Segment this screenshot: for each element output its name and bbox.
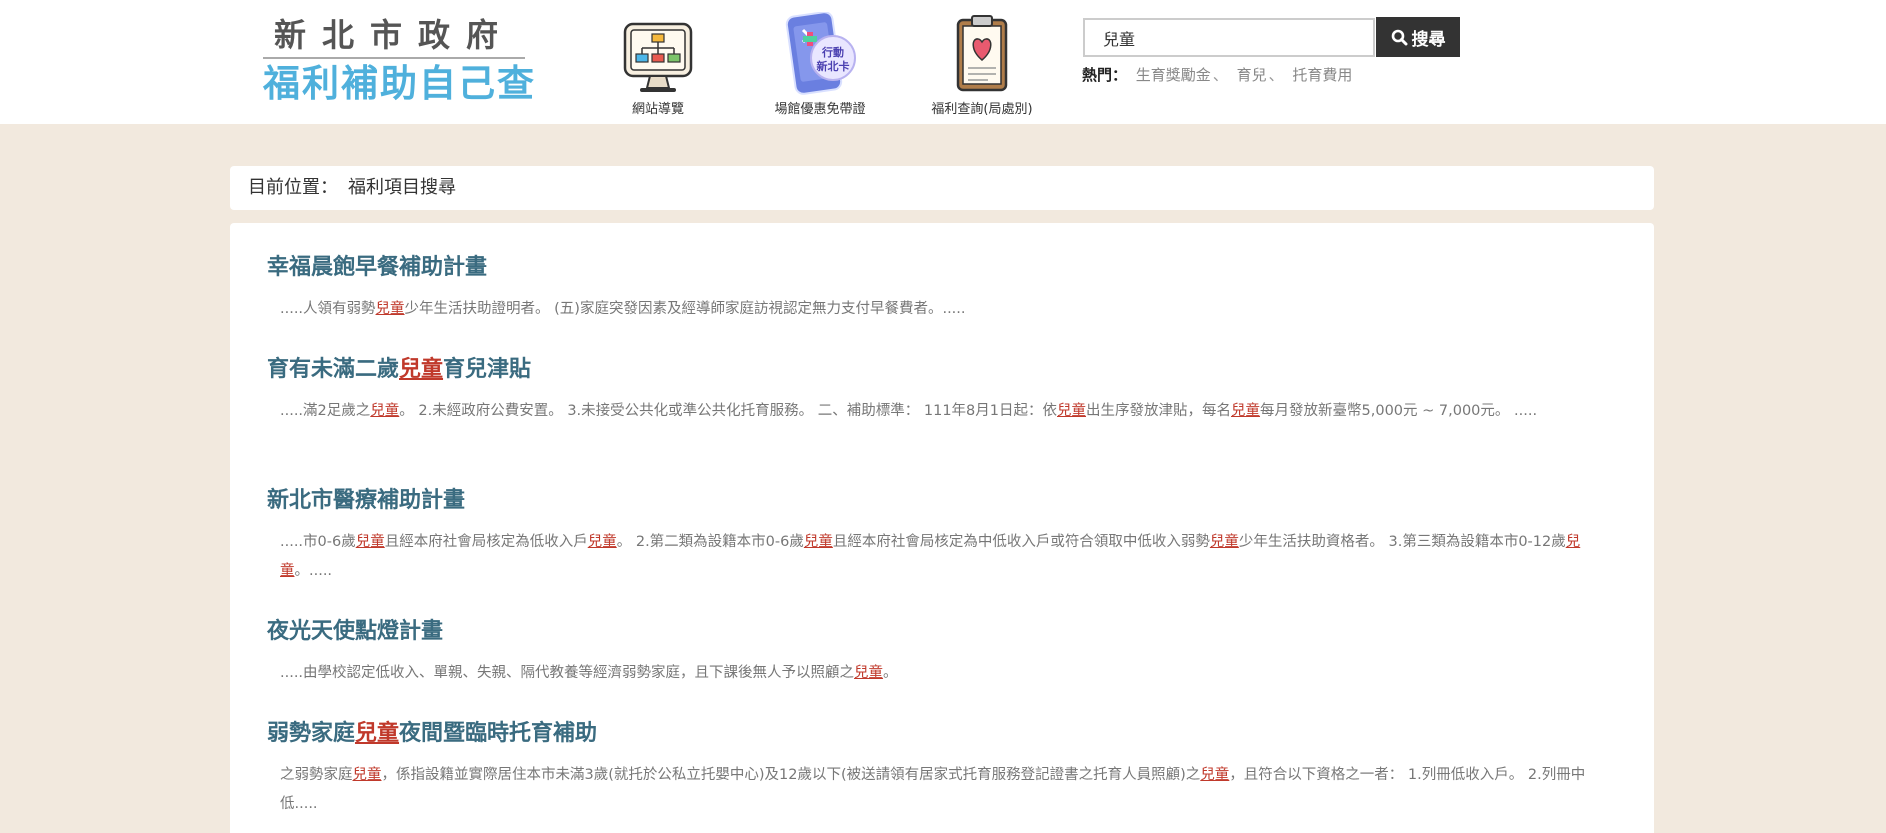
text-segment: 少年生活扶助資格者。 3.第三類為設籍本市0-12歲: [1238, 534, 1566, 550]
text-segment: .....市0-6歲: [280, 534, 356, 550]
text-segment: .....滿2足歲之: [280, 403, 371, 419]
sitemap-monitor-icon: [623, 22, 693, 92]
text-segment: 弱勢家庭: [267, 721, 356, 746]
text-segment: 每月發放新臺幣5,000元 ~ 7,000元。 .....: [1260, 403, 1538, 419]
result-snippet: .....滿2足歲之兒童。 2.未經政府公費安置。 3.未接受公共化或準公共化托…: [267, 397, 1627, 426]
text-segment: 幸福晨飽早餐補助計畫: [267, 255, 488, 280]
highlight-keyword: 兒童: [1209, 534, 1239, 550]
result-item: 育有未滿二歲兒童育兒津貼 .....滿2足歲之兒童。 2.未經政府公費安置。 3…: [267, 355, 1627, 426]
text-segment: 新北市醫療補助計畫: [267, 488, 466, 513]
badge-line2: 新北卡: [817, 59, 850, 73]
highlight-keyword: 兒童: [587, 534, 617, 550]
highlight-keyword: 兒童: [803, 534, 833, 550]
highlight-keyword: 兒童: [1200, 767, 1230, 783]
nav-mobile-card-label: 場館優惠免帶證: [774, 102, 866, 117]
result-item: 弱勢家庭兒童夜間暨臨時托育補助 之弱勢家庭兒童，係指設籍並實際居住本市未滿3歲(…: [267, 719, 1627, 819]
logo-title: 新北市政府: [273, 16, 514, 54]
result-title[interactable]: 夜光天使點燈計畫: [267, 617, 1627, 647]
highlight-keyword: 兒童: [352, 767, 382, 783]
result-title[interactable]: 育有未滿二歲兒童育兒津貼: [267, 355, 1627, 385]
breadcrumb-label: 目前位置：: [248, 177, 338, 198]
search-input[interactable]: [1083, 18, 1375, 57]
clipboard-heart-icon: [956, 15, 1008, 92]
search-button-label: 搜尋: [1411, 29, 1446, 50]
logo-divider: [263, 57, 525, 59]
result-snippet: 之弱勢家庭兒童，係指設籍並實際居住本市未滿3歲(就托於公私立托嬰中心)及12歲以…: [267, 761, 1627, 819]
nav-sitemap[interactable]: 網站導覽: [588, 12, 728, 117]
hot-keywords: 熱門： 生育獎勵金、 育兒、 托育費用: [1082, 66, 1353, 84]
search-results: 幸福晨飽早餐補助計畫 .....人領有弱勢兒童少年生活扶助證明者。 (五)家庭突…: [230, 223, 1654, 833]
nav-sitemap-label: 網站導覽: [631, 102, 684, 117]
breadcrumb-current: 福利項目搜尋: [348, 177, 456, 198]
search-icon: [1391, 29, 1407, 45]
text-segment: ，係指設籍並實際居住本市未滿3歲(就托於公私立托嬰中心)及12歲以下(被送請領有…: [381, 767, 1201, 783]
text-segment: 。 2.第二類為設籍本市0-6歲: [616, 534, 804, 550]
site-logo[interactable]: 新北市政府 福利補助自己查: [263, 14, 536, 105]
hot-label: 熱門：: [1082, 66, 1128, 84]
highlight-keyword: 兒童: [355, 534, 385, 550]
nav-mobile-card[interactable]: 行動 新北卡 場館優惠免帶證: [750, 12, 890, 117]
highlight-keyword: 兒童: [1057, 403, 1087, 419]
text-segment: 育有未滿二歲: [267, 357, 400, 382]
nav-welfare-query-label: 福利查詢(局處別): [931, 102, 1033, 117]
badge-line1: 行動: [821, 45, 844, 59]
text-segment: 夜間暨臨時托育補助: [399, 721, 598, 746]
search-button[interactable]: 搜尋: [1376, 17, 1460, 57]
breadcrumb: 目前位置： 福利項目搜尋: [230, 166, 1654, 210]
highlight-keyword: 兒童: [355, 721, 400, 746]
text-segment: 且經本府社會局核定為低收入戶: [384, 534, 588, 550]
result-snippet: .....由學校認定低收入、單親、失親、隔代教養等經濟弱勢家庭，且下課後無人予以…: [267, 659, 1627, 688]
logo-subtitle: 福利補助自己查: [263, 61, 536, 105]
highlight-keyword: 兒童: [854, 665, 884, 681]
text-segment: 少年生活扶助證明者。 (五)家庭突發因素及經導師家庭訪視認定無力支付早餐費者。.…: [404, 301, 966, 317]
text-segment: 。.....: [294, 563, 333, 579]
hot-keyword[interactable]: 托育費用: [1292, 66, 1352, 84]
text-segment: 出生序發放津貼，每名: [1086, 403, 1232, 419]
header: 新北市政府 福利補助自己查 網站導覽 行動 新北卡 場館優惠免帶證 福利查詢(局…: [0, 0, 1886, 124]
nav-welfare-query[interactable]: 福利查詢(局處別): [912, 12, 1052, 117]
hot-keyword[interactable]: 生育獎勵金: [1136, 66, 1211, 84]
hot-keyword[interactable]: 育兒: [1237, 66, 1267, 84]
result-title[interactable]: 新北市醫療補助計畫: [267, 486, 1627, 516]
text-segment: 且經本府社會局核定為中低收入戶或符合領取中低收入弱勢: [832, 534, 1210, 550]
result-item: 夜光天使點燈計畫 .....由學校認定低收入、單親、失親、隔代教養等經濟弱勢家庭…: [267, 617, 1627, 688]
text-segment: 夜光天使點燈計畫: [267, 619, 444, 644]
result-item: 幸福晨飽早餐補助計畫 .....人領有弱勢兒童少年生活扶助證明者。 (五)家庭突…: [267, 253, 1627, 324]
text-segment: 育兒津貼: [443, 357, 532, 382]
result-item: 新北市醫療補助計畫 .....市0-6歲兒童且經本府社會局核定為低收入戶兒童。 …: [267, 486, 1627, 586]
text-segment: 。: [883, 665, 898, 681]
highlight-keyword: 兒童: [370, 403, 400, 419]
result-snippet: .....人領有弱勢兒童少年生活扶助證明者。 (五)家庭突發因素及經導師家庭訪視…: [267, 295, 1627, 324]
text-segment: .....人領有弱勢: [280, 301, 376, 317]
highlight-keyword: 兒童: [1231, 403, 1261, 419]
text-segment: 之弱勢家庭: [280, 767, 353, 783]
highlight-keyword: 兒童: [375, 301, 405, 317]
text-segment: .....由學校認定低收入、單親、失親、隔代教養等經濟弱勢家庭，且下課後無人予以…: [280, 665, 855, 681]
result-title[interactable]: 弱勢家庭兒童夜間暨臨時托育補助: [267, 719, 1627, 749]
result-snippet: .....市0-6歲兒童且經本府社會局核定為低收入戶兒童。 2.第二類為設籍本市…: [267, 528, 1627, 586]
text-segment: 。 2.未經政府公費安置。 3.未接受公共化或準公共化托育服務。 二、補助標準：…: [399, 403, 1058, 419]
mobile-card-icon: 行動 新北卡: [785, 12, 856, 95]
result-title[interactable]: 幸福晨飽早餐補助計畫: [267, 253, 1627, 283]
highlight-keyword: 兒童: [399, 357, 444, 382]
